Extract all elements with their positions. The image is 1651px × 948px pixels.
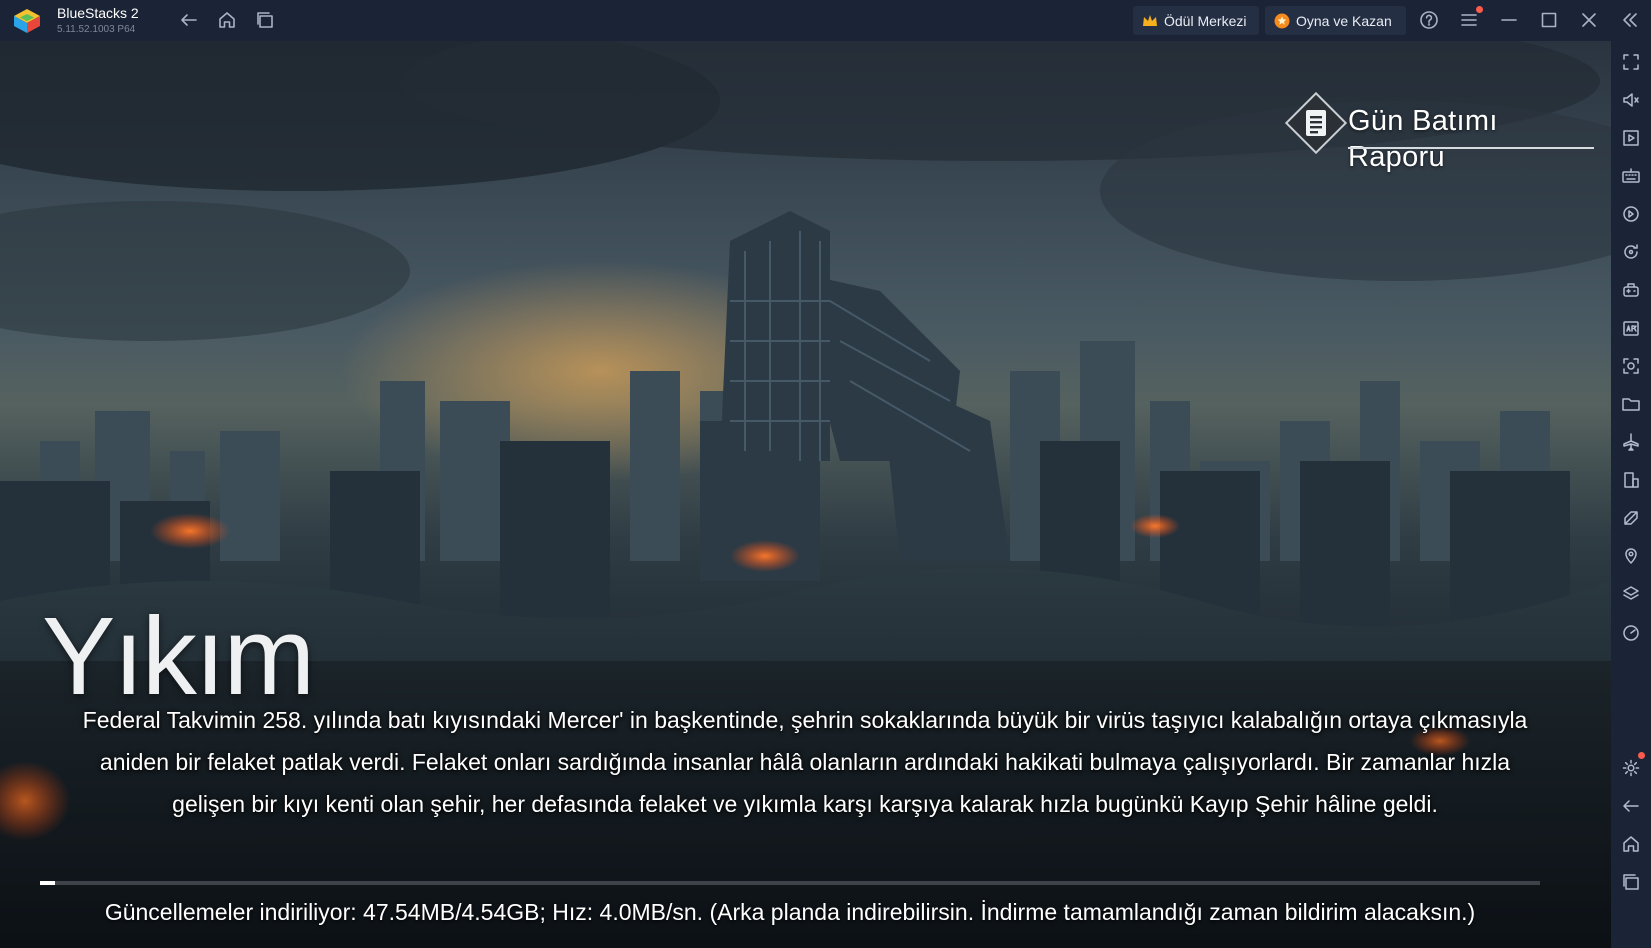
document-icon — [1306, 110, 1326, 136]
settings-button[interactable] — [1619, 756, 1643, 780]
notification-dot — [1476, 6, 1483, 13]
home-icon — [219, 12, 235, 28]
play-and-win-button[interactable]: Oyna ve Kazan — [1265, 6, 1406, 35]
minimize-icon — [1501, 19, 1517, 21]
airplane-icon — [1623, 433, 1639, 451]
gamepad-button[interactable] — [1619, 278, 1643, 302]
gamepad-icon — [1623, 283, 1639, 297]
media-folder-button[interactable] — [1619, 392, 1643, 416]
eco-mode-icon — [1624, 511, 1638, 525]
reward-center-button[interactable]: Ödül Merkezi — [1133, 6, 1259, 35]
app-title: BlueStacks 2 — [57, 5, 139, 21]
home-icon — [1623, 836, 1639, 852]
story-line: Federal Takvimin 258. yılında batı kıyıs… — [82, 707, 1528, 733]
multi-instance-icon — [257, 12, 273, 28]
sunset-report-label: Gün Batımı Raporu — [1348, 105, 1498, 173]
collapse-sidebar-button[interactable] — [1618, 8, 1642, 32]
maximize-icon — [1541, 12, 1557, 28]
performance-icon — [1623, 625, 1639, 641]
title-bar: BlueStacks 2 5.11.52.1003 P64 Ödül Merke… — [0, 0, 1651, 41]
rotate-icon — [1624, 244, 1638, 259]
multi-instance-button[interactable] — [253, 8, 277, 32]
sunset-report-button[interactable]: Gün Batımı Raporu — [1284, 91, 1594, 173]
apk-icon — [1623, 321, 1639, 336]
eco-mode-button[interactable] — [1619, 506, 1643, 530]
volume-button[interactable] — [1619, 88, 1643, 112]
layers-icon — [1623, 586, 1639, 600]
multi-instance-icon — [1624, 472, 1639, 488]
report-underline — [1348, 147, 1594, 149]
rotate-button[interactable] — [1619, 240, 1643, 264]
download-status-text: Güncellemeler indiriliyor: 47.54MB/4.54G… — [104, 899, 1476, 925]
back-icon — [181, 14, 197, 26]
recent-apps-button[interactable] — [1619, 870, 1643, 894]
android-back-button[interactable] — [1619, 794, 1643, 818]
volume-icon — [1623, 93, 1639, 107]
close-icon — [1582, 13, 1596, 27]
back-button[interactable] — [177, 8, 201, 32]
play-and-win-label: Oyna ve Kazan — [1296, 12, 1392, 29]
recent-apps-icon — [1623, 874, 1639, 890]
reward-center-label: Ödül Merkezi — [1164, 12, 1247, 29]
keyboard-button[interactable] — [1619, 164, 1643, 188]
instance-manager-button[interactable] — [1619, 468, 1643, 492]
help-button[interactable] — [1417, 8, 1441, 32]
media-icon — [1623, 130, 1639, 146]
layers-button[interactable] — [1619, 582, 1643, 606]
story-text: Federal Takvimin 258. yılında batı kıyıs… — [30, 699, 1580, 825]
download-progress-fill — [40, 881, 56, 885]
story-line: aniden bir felaket patlak verdi. Felaket… — [99, 749, 1511, 775]
android-home-button[interactable] — [1619, 832, 1643, 856]
minimize-button[interactable] — [1497, 8, 1521, 32]
screenshot-button[interactable] — [1619, 354, 1643, 378]
fullscreen-icon — [1623, 54, 1639, 70]
menu-icon — [1461, 14, 1477, 26]
fullscreen-button[interactable] — [1619, 50, 1643, 74]
location-button[interactable] — [1619, 544, 1643, 568]
macro-button[interactable] — [1619, 202, 1643, 226]
coin-icon — [1273, 12, 1291, 30]
keyboard-icon — [1622, 168, 1640, 183]
download-progress-bar — [40, 881, 1540, 885]
folder-icon — [1622, 398, 1640, 411]
crown-icon — [1141, 12, 1159, 30]
performance-button[interactable] — [1619, 620, 1643, 644]
macro-icon — [1623, 206, 1639, 222]
home-button[interactable] — [215, 8, 239, 32]
screenshot-icon — [1623, 358, 1639, 374]
right-sidebar — [1611, 41, 1651, 948]
location-icon — [1625, 548, 1637, 564]
back-icon — [1623, 800, 1639, 812]
airplane-mode-button[interactable] — [1619, 430, 1643, 454]
maximize-button[interactable] — [1537, 8, 1561, 32]
game-viewport[interactable]: Gün Batımı Raporu Yıkım Federal Takvimin… — [0, 41, 1611, 948]
settings-icon — [1622, 759, 1640, 777]
settings-notification-dot — [1638, 752, 1645, 759]
collapse-sidebar-icon — [1623, 13, 1637, 27]
help-icon — [1420, 11, 1438, 29]
app-version: 5.11.52.1003 P64 — [57, 24, 136, 35]
story-line: gelişen bir kıyı kenti olan şehir, her d… — [172, 791, 1438, 817]
bluestacks-logo-icon — [14, 9, 40, 33]
close-button[interactable] — [1577, 8, 1601, 32]
install-apk-button[interactable] — [1619, 316, 1643, 340]
media-button[interactable] — [1619, 126, 1643, 150]
